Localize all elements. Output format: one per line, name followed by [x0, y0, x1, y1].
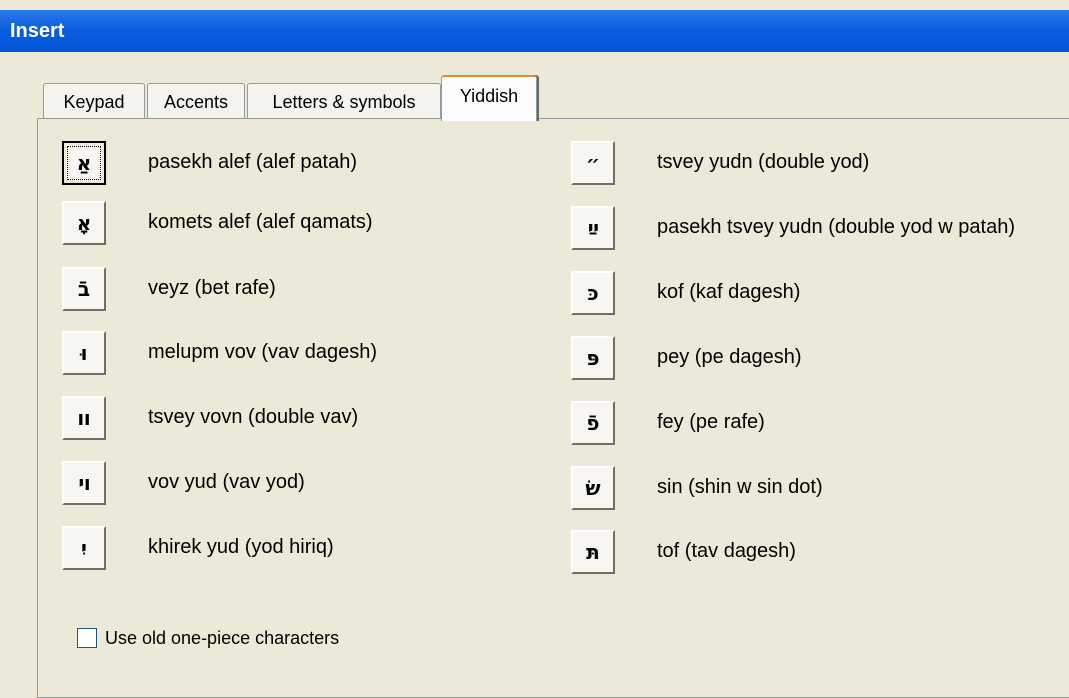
symbol-label: tsvey yudn (double yod): [657, 151, 870, 173]
tab-letters-symbols[interactable]: Letters & symbols: [247, 83, 441, 118]
insert-vov-yud-button[interactable]: ױ: [62, 461, 106, 505]
symbol-label: khirek yud (yod hiriq): [148, 536, 334, 558]
insert-komets-alef-button[interactable]: אָ: [62, 201, 106, 245]
symbol-label: pey (pe dagesh): [657, 346, 802, 368]
symbol-label: vov yud (vav yod): [148, 471, 305, 493]
insert-kof-button[interactable]: כּ: [571, 271, 615, 315]
insert-pey-button[interactable]: פּ: [571, 336, 615, 380]
symbol-label: pasekh alef (alef patah): [148, 151, 358, 173]
tab-accents[interactable]: Accents: [147, 83, 245, 118]
symbol-label: melupm vov (vav dagesh): [148, 341, 377, 363]
symbol-label: komets alef (alef qamats): [148, 211, 373, 233]
insert-tof-button[interactable]: תּ: [571, 530, 615, 574]
old-characters-label: Use old one-piece characters: [105, 628, 340, 648]
tab-yiddish[interactable]: Yiddish: [441, 75, 537, 121]
insert-tsvey-vovn-button[interactable]: װ: [62, 396, 106, 440]
symbol-label: veyz (bet rafe): [148, 277, 276, 299]
window-title: Insert: [10, 20, 65, 42]
insert-fey-button[interactable]: פֿ: [571, 401, 615, 445]
symbol-label: sin (shin w sin dot): [657, 476, 823, 498]
tab-keypad[interactable]: Keypad: [43, 83, 145, 118]
insert-pasekh-tsvey-yudn-button[interactable]: ײַ: [571, 206, 615, 250]
insert-khirek-yud-button[interactable]: יִ: [62, 526, 106, 570]
symbol-label: pasekh tsvey yudn (double yod w patah): [657, 216, 1015, 238]
insert-pasekh-alef-button[interactable]: אַ: [62, 141, 106, 185]
insert-melupm-vov-button[interactable]: וּ: [62, 331, 106, 375]
old-characters-checkbox[interactable]: [77, 628, 97, 648]
insert-sin-button[interactable]: שׂ: [571, 466, 615, 510]
insert-tsvey-yudn-button[interactable]: ״: [571, 141, 615, 185]
insert-veyz-button[interactable]: בֿ: [62, 267, 106, 311]
symbol-label: fey (pe rafe): [657, 411, 765, 433]
symbol-label: kof (kaf dagesh): [657, 281, 801, 303]
symbol-label: tsvey vovn (double vav): [148, 406, 359, 428]
symbol-label: tof (tav dagesh): [657, 540, 796, 562]
window-title-bar: Insert: [0, 10, 1069, 52]
